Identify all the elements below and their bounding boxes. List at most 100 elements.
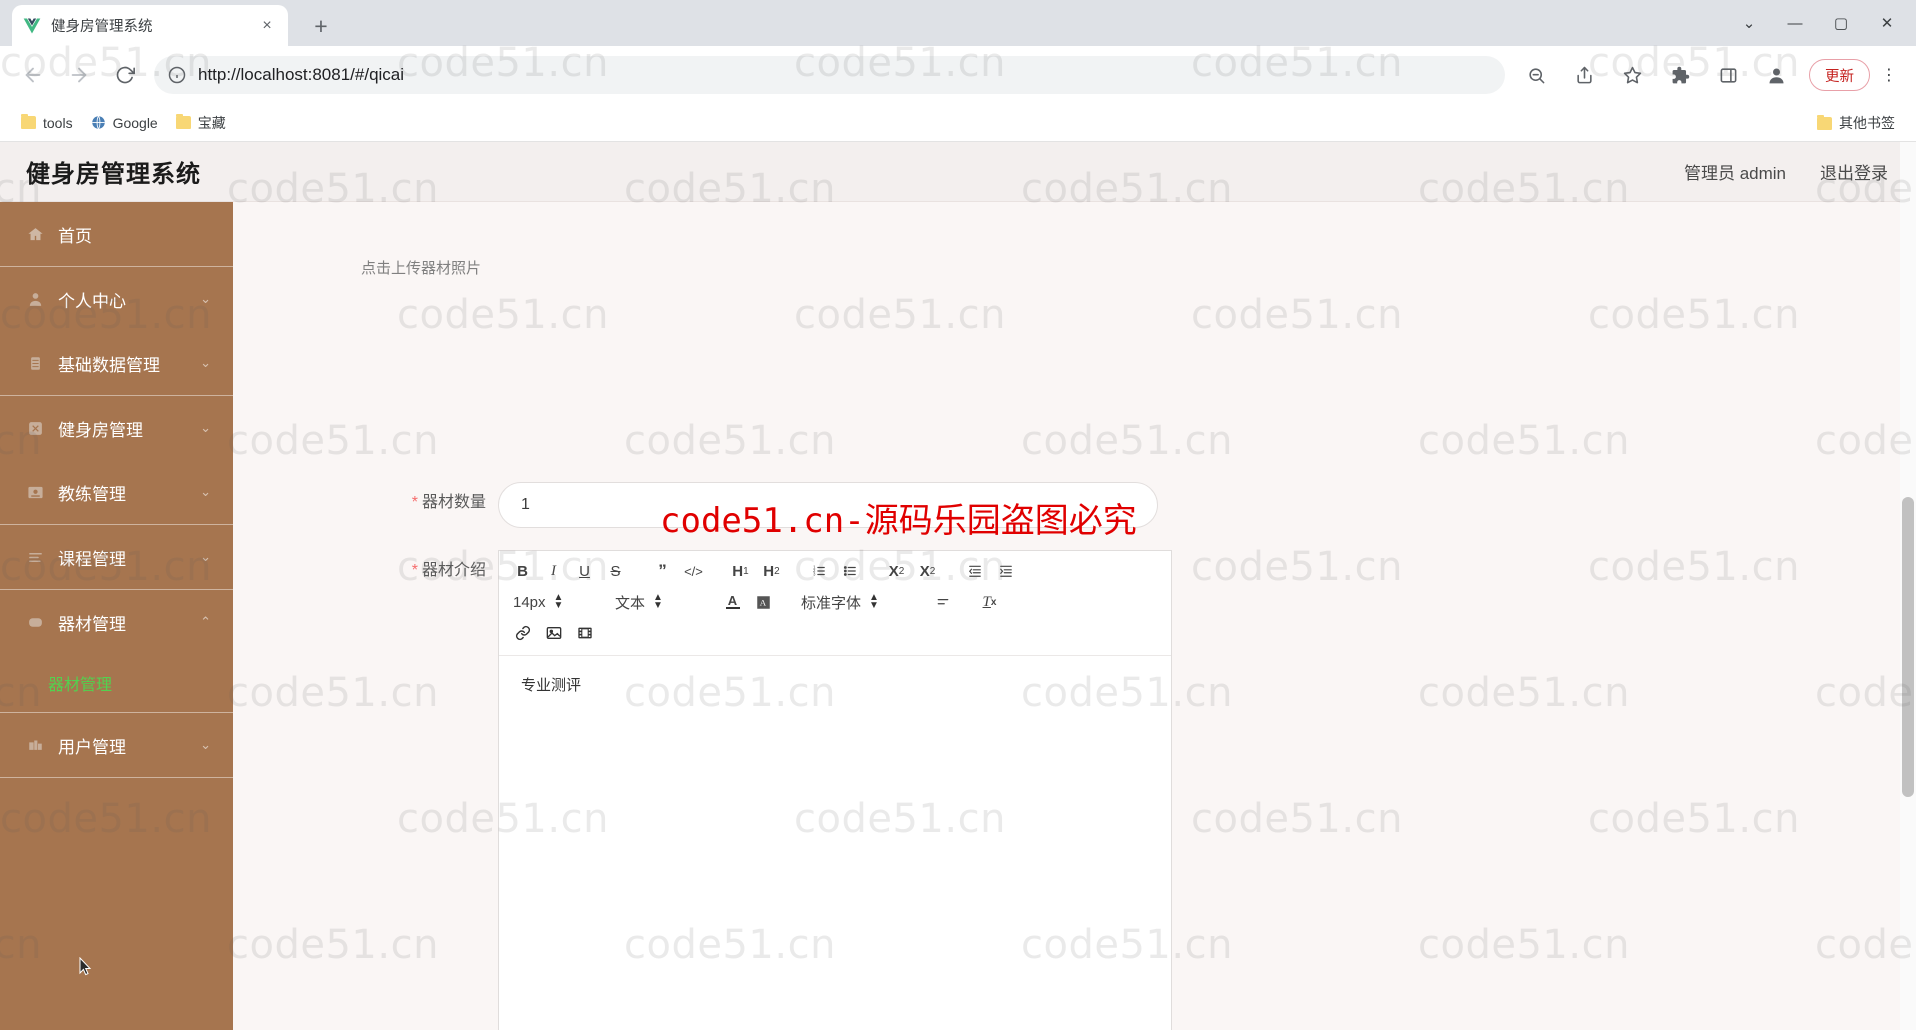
- sidebar-item-equipment-management[interactable]: 器材管理 ⌃: [0, 590, 233, 654]
- editor-toolbar-row-1: B I U S ” </> H1 H2 123 X 2 X 2: [507, 557, 1163, 585]
- close-icon[interactable]: ×: [256, 15, 278, 37]
- window-close-icon[interactable]: ✕: [1864, 0, 1910, 46]
- menu-group-user: 用户管理 ⌄: [0, 713, 233, 778]
- home-icon: [26, 225, 44, 243]
- subscript-icon[interactable]: X2: [881, 558, 912, 585]
- quantity-label: * 器材数量: [411, 494, 486, 511]
- sidebar-item-home[interactable]: 首页: [0, 202, 233, 266]
- update-button[interactable]: 更新: [1809, 59, 1870, 91]
- bold-icon[interactable]: B: [507, 558, 538, 585]
- menu-group-home: 首页: [0, 202, 233, 267]
- code-block-icon[interactable]: </>: [678, 558, 709, 585]
- sidebar-item-basic-data[interactable]: 基础数据管理 ⌄: [0, 331, 233, 395]
- sidebar-item-label: 首页: [58, 226, 92, 246]
- quantity-input[interactable]: 1: [498, 482, 1158, 528]
- strikethrough-icon[interactable]: S: [600, 558, 631, 585]
- italic-icon[interactable]: I: [538, 558, 569, 585]
- chevron-down-icon: ⌄: [200, 355, 211, 370]
- browser-tab[interactable]: 健身房管理系统 ×: [12, 5, 288, 46]
- heading-2-icon[interactable]: H2: [756, 558, 787, 585]
- sidebar-item-user-management[interactable]: 用户管理 ⌄: [0, 713, 233, 777]
- side-panel-icon[interactable]: [1708, 55, 1748, 95]
- folder-icon: [175, 114, 191, 129]
- sidebar-item-label: 器材管理: [58, 614, 126, 634]
- underline-icon[interactable]: U: [569, 558, 600, 585]
- required-marker: *: [411, 562, 418, 579]
- text-color-icon[interactable]: A: [717, 589, 748, 616]
- bookmark-tools[interactable]: tools: [12, 111, 82, 135]
- main-content: 点击上传器材照片 * 器材数量 1 * 器材介绍 B I U S ” </> H…: [233, 202, 1916, 1030]
- highlight-color-icon[interactable]: A: [748, 589, 779, 616]
- font-family-select[interactable]: 标准字体 ▲ ▼: [795, 589, 911, 616]
- new-tab-button[interactable]: +: [306, 11, 336, 41]
- sidebar-item-personal-center[interactable]: 个人中心 ⌄: [0, 267, 233, 331]
- site-info-icon[interactable]: [168, 66, 186, 84]
- indent-right-icon[interactable]: [990, 558, 1021, 585]
- intro-label: * 器材介绍: [411, 562, 486, 579]
- page-scrollbar[interactable]: [1900, 142, 1916, 1030]
- tab-title: 健身房管理系统: [51, 19, 153, 35]
- vue-logo-icon: [22, 16, 42, 36]
- superscript-icon[interactable]: X2: [912, 558, 943, 585]
- indent-left-icon[interactable]: [959, 558, 990, 585]
- font-size-value: 14px: [513, 593, 546, 611]
- forward-icon[interactable]: [59, 55, 99, 95]
- window-maximize-icon[interactable]: ▢: [1818, 0, 1864, 46]
- chevron-down-icon: ⌄: [200, 737, 211, 752]
- bookmark-google[interactable]: Google: [82, 111, 167, 135]
- editor-content[interactable]: 专业测评: [499, 656, 1171, 1030]
- share-icon[interactable]: [1564, 55, 1604, 95]
- browser-menu-icon[interactable]: ⋮: [1872, 56, 1906, 94]
- list-bullet-icon[interactable]: [834, 558, 865, 585]
- sidebar-item-coach-management[interactable]: 教练管理 ⌄: [0, 460, 233, 524]
- address-bar[interactable]: http://localhost:8081/#/qicai: [154, 56, 1505, 94]
- database-icon: [26, 354, 44, 372]
- other-bookmarks-folder[interactable]: 其他书签: [1808, 109, 1904, 137]
- window-minimize-alt-icon[interactable]: ⌄: [1726, 0, 1772, 46]
- font-family-value: 标准字体: [801, 594, 862, 612]
- bookmark-baozang[interactable]: 宝藏: [167, 109, 235, 137]
- upload-photo-hint[interactable]: 点击上传器材照片: [361, 257, 481, 278]
- video-icon[interactable]: [569, 620, 600, 647]
- rich-text-editor[interactable]: B I U S ” </> H1 H2 123 X 2 X 2 14px ▲ ▼…: [498, 550, 1172, 1030]
- scrollbar-thumb[interactable]: [1902, 497, 1914, 797]
- editor-toolbar-row-3: [507, 619, 1163, 647]
- heading-1-icon[interactable]: H1: [725, 558, 756, 585]
- menu-group-profile: 个人中心 ⌄ 基础数据管理 ⌄: [0, 267, 233, 396]
- link-icon[interactable]: [507, 620, 538, 647]
- back-icon[interactable]: [13, 55, 53, 95]
- blockquote-icon[interactable]: ”: [647, 558, 678, 585]
- current-user[interactable]: 管理员 admin: [1684, 159, 1786, 184]
- bookmark-label: Google: [112, 114, 158, 131]
- equipment-icon: [26, 613, 44, 631]
- avatar-icon[interactable]: [1756, 55, 1796, 95]
- sidebar-item-course-management[interactable]: 课程管理 ⌄: [0, 525, 233, 589]
- app-header: 健身房管理系统 管理员 admin 退出登录: [0, 142, 1916, 202]
- window-minimize-icon[interactable]: —: [1772, 0, 1818, 46]
- gym-icon: [26, 419, 44, 437]
- list-ordered-icon[interactable]: 123: [803, 558, 834, 585]
- editor-toolbar: B I U S ” </> H1 H2 123 X 2 X 2 14px ▲ ▼…: [499, 551, 1171, 656]
- url-text: http://localhost:8081/#/qicai: [198, 65, 405, 84]
- star-icon[interactable]: [1612, 55, 1652, 95]
- zoom-out-icon[interactable]: [1516, 55, 1556, 95]
- menu-group-course: 课程管理 ⌄: [0, 525, 233, 590]
- puzzle-icon[interactable]: [1660, 55, 1700, 95]
- text-style-select[interactable]: 文本 ▲ ▼: [609, 589, 701, 616]
- image-icon[interactable]: [538, 620, 569, 647]
- page-title: 健身房管理系统: [26, 161, 201, 188]
- equipment-form: 点击上传器材照片 * 器材数量 1 * 器材介绍 B I U S ” </> H…: [233, 202, 1916, 1030]
- text-style-value: 文本: [615, 594, 646, 612]
- sidebar-item-label: 健身房管理: [58, 420, 143, 440]
- align-icon[interactable]: [927, 589, 958, 616]
- chevron-updown-icon: ▲ ▼: [869, 592, 879, 611]
- clear-format-icon[interactable]: Tx: [974, 589, 1005, 616]
- sidebar-item-gym-management[interactable]: 健身房管理 ⌄: [0, 396, 233, 460]
- toolbar-actions: 更新 ⋮: [1513, 55, 1906, 95]
- users-icon: [26, 736, 44, 754]
- sidebar-subitem-equipment-management[interactable]: 器材管理: [0, 654, 233, 712]
- svg-text:A: A: [760, 597, 767, 607]
- logout-button[interactable]: 退出登录: [1820, 159, 1888, 184]
- font-size-select[interactable]: 14px ▲ ▼: [507, 589, 593, 616]
- reload-icon[interactable]: [105, 55, 145, 95]
